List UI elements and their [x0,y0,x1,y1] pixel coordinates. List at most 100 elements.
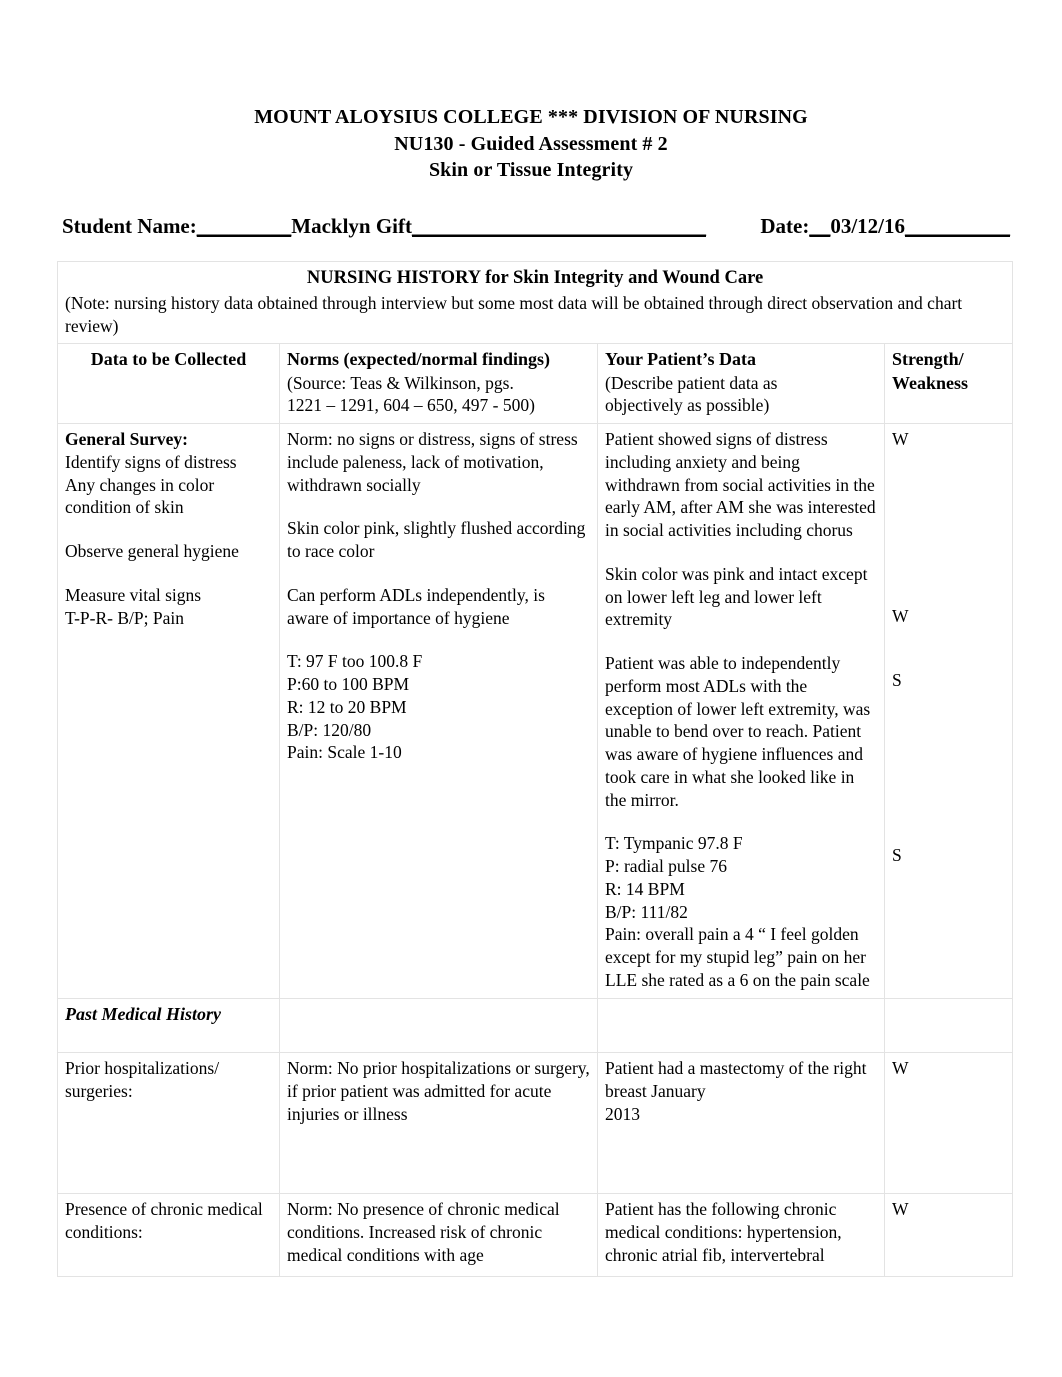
column-header-title-line-2: Weakness [892,372,969,393]
student-name-field: Student Name:_________Macklyn Gift______… [62,214,706,239]
student-name-value: Macklyn Gift [291,213,412,238]
general-survey-line-2: Any changes in color [65,474,215,495]
column-header-title: Data to be Collected [90,349,247,370]
row-label-chronic-conditions: Presence of chronic medical conditions: [65,1199,263,1242]
column-header-subtitle-line-2: objectively as possible) [605,395,770,416]
document-title-block: MOUNT ALOYSIUS COLLEGE *** DIVISION OF N… [0,0,1062,184]
page-title-line-1: MOUNT ALOYSIUS COLLEGE *** DIVISION OF N… [254,106,808,128]
column-header-subtitle-line-1: (Source: Teas & Wilkinson, pgs. [287,372,514,393]
column-header-data-to-be-collected: Data to be Collected [57,343,280,425]
patient-vital-respiration: R: 14 BPM [605,878,685,899]
cell-data-to-be-collected: Presence of chronic medical conditions: [57,1193,280,1278]
cell-strength-weakness: W [883,1193,1014,1278]
nursing-history-banner-title: NURSING HISTORY for Skin Integrity and W… [306,267,764,288]
cell-norms: Norm: no signs or distress, signs of str… [279,423,598,999]
patient-vital-pulse: P: radial pulse 76 [605,856,727,877]
date-lead-rule: __ [809,213,831,238]
column-header-subtitle-line-1: (Describe patient data as [605,372,778,393]
nursing-history-banner-note: (Note: nursing history data obtained thr… [65,292,963,336]
assessment-table: NURSING HISTORY for Skin Integrity and W… [56,260,1014,1278]
norms-vital-blood-pressure: B/P: 120/80 [287,719,372,740]
patient-vital-blood-pressure: B/P: 111/82 [605,901,688,922]
status-badge-4: S [892,845,902,866]
column-header-norms: Norms (expected/normal findings) (Source… [279,343,598,425]
patient-data-block-3: Patient was able to independently perfor… [605,653,871,810]
status-badge-1: W [892,429,909,450]
norms-block-2: Skin color pink, slightly flushed accord… [287,518,586,562]
norms-vital-pulse: P:60 to 100 BPM [287,674,410,695]
patient-vital-temperature: T: Tympanic 97.8 F [605,833,743,854]
status-badge-2: W [892,605,909,626]
table-row-prior-hospitalizations: Prior hospitalizations/ surgeries: Norm:… [57,1052,1014,1195]
norms-vital-pain: Pain: Scale 1-10 [287,742,402,763]
patient-data-block-1: Patient showed signs of distress includi… [605,429,876,541]
cell-section-patient-data-empty [597,997,885,1054]
row-label-prior-hospitalizations: Prior hospitalizations/ surgeries: [65,1058,220,1101]
cell-norms: Norm: No prior hospitalizations or surge… [279,1052,598,1195]
cell-patient-data: Patient showed signs of distress includi… [597,423,885,999]
section-heading-past-medical-history: Past Medical History [65,1003,221,1024]
cell-patient-data: Patient had a mastectomy of the right br… [597,1052,885,1195]
assessment-table-wrapper: NURSING HISTORY for Skin Integrity and W… [0,260,1062,1278]
norms-prior-hospitalizations: Norm: No prior hospitalizations or surge… [287,1058,590,1124]
patient-data-prior-hospitalizations: Patient had a mastectomy of the right br… [605,1058,867,1101]
column-header-title: Norms (expected/normal findings) [287,349,550,370]
student-name-trail-rule: ____________________________ [412,213,706,238]
cell-section-strength-weakness-empty [883,997,1014,1054]
status-badge: W [892,1199,909,1220]
general-survey-hygiene-line: Observe general hygiene [65,541,239,562]
student-name-lead-rule: _________ [196,213,292,238]
date-label: Date: [760,213,810,238]
norms-block-1: Norm: no signs or distress, signs of str… [287,429,578,495]
table-header-row: Data to be Collected Norms (expected/nor… [57,343,1014,425]
general-survey-vitals-line-2: T-P-R- B/P; Pain [65,607,184,628]
patient-vital-pain: Pain: overall pain a 4 “ I feel golden e… [605,924,870,990]
table-row-chronic-conditions: Presence of chronic medical conditions: … [57,1193,1014,1278]
status-badge-3: S [892,669,902,690]
page-title-line-3: Skin or Tissue Integrity [428,159,634,182]
cell-data-to-be-collected: Prior hospitalizations/ surgeries: [57,1052,280,1195]
norms-chronic-conditions: Norm: No presence of chronic medical con… [287,1199,560,1265]
general-survey-line-1: Identify signs of distress [65,451,237,472]
column-header-title: Your Patient’s Data [605,349,756,370]
student-name-label: Student Name: [62,213,197,238]
cell-section-norms-empty [279,997,598,1054]
date-trail-rule: __________ [905,213,1010,238]
norms-vital-temperature: T: 97 F too 100.8 F [287,651,423,672]
general-survey-line-3: condition of skin [65,497,184,518]
cell-norms: Norm: No presence of chronic medical con… [279,1193,598,1278]
norms-block-3: Can perform ADLs independently, is aware… [287,584,545,628]
column-header-title-line-1: Strength/ [892,349,964,370]
cell-section-label: Past Medical History [57,997,280,1054]
student-name-date-row: Student Name:_________Macklyn Gift______… [0,214,1062,239]
status-badge: W [892,1058,909,1079]
patient-data-block-2: Skin color was pink and intact except on… [605,563,868,630]
date-field: Date:__03/12/16__________ [760,214,1010,239]
cell-strength-weakness: W [883,1052,1014,1195]
table-row-banner: NURSING HISTORY for Skin Integrity and W… [56,260,1014,345]
table-row-section-past-medical-history: Past Medical History [57,997,1014,1054]
column-header-strength-weakness: Strength/ Weakness [883,343,1014,425]
general-survey-vitals-line-1: Measure vital signs [65,584,202,605]
column-header-subtitle-line-2: 1221 – 1291, 604 – 650, 497 - 500) [287,395,535,416]
general-survey-heading: General Survey: [65,429,188,450]
patient-data-chronic-conditions: Patient has the following chronic medica… [605,1199,842,1265]
cell-strength-weakness: W W S S [883,423,1014,999]
column-header-your-patients-data: Your Patient’s Data (Describe patient da… [597,343,885,425]
cell-data-to-be-collected: General Survey: Identify signs of distre… [57,423,280,999]
cell-patient-data: Patient has the following chronic medica… [597,1193,885,1278]
date-value: 03/12/16 [830,213,905,238]
nursing-history-banner-cell: NURSING HISTORY for Skin Integrity and W… [56,260,1014,345]
patient-data-prior-hospitalizations-year: 2013 [605,1103,640,1124]
